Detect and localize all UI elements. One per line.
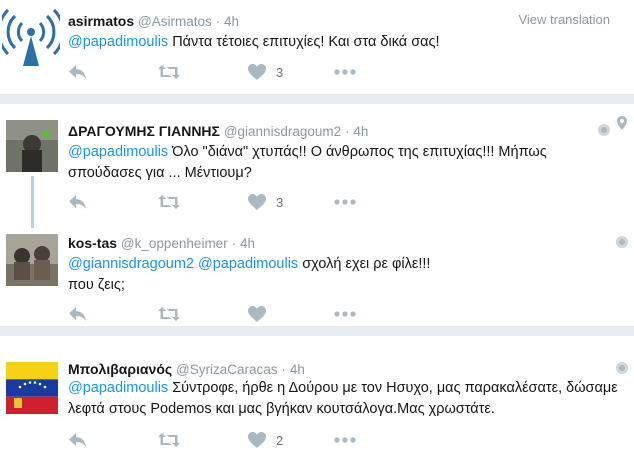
- venezuela-flag-avatar: [6, 362, 58, 414]
- handle[interactable]: @k_oppenheimer: [121, 236, 228, 251]
- more-button[interactable]: [334, 430, 356, 450]
- retweet-button[interactable]: [158, 192, 180, 212]
- avatar-photo: [6, 120, 58, 172]
- avatar[interactable]: [6, 234, 58, 286]
- like-count: 2: [276, 432, 284, 448]
- fullname[interactable]: kos-tas: [68, 235, 117, 251]
- conversation-thread: ΔΡΑΓΟΥΜΗΣ ΓΙΑΝΝΗΣ @giannisdragoum2 · 4h …: [0, 104, 634, 326]
- retweet-button[interactable]: [158, 430, 180, 450]
- retweet-icon: [158, 194, 180, 210]
- reply-button[interactable]: [68, 192, 88, 212]
- like-button[interactable]: 3: [248, 192, 283, 212]
- tweet-actions: 3: [68, 192, 368, 212]
- globe-icon: [616, 236, 628, 248]
- separator-dot: ·: [345, 124, 350, 139]
- globe-icon: [616, 362, 628, 374]
- more-icon: [334, 199, 356, 205]
- reply-icon: [68, 306, 88, 322]
- like-button[interactable]: 2: [248, 430, 283, 450]
- more-icon: [334, 69, 356, 75]
- tweet-syrizacaracas[interactable]: Μπολιβαριανός @SyrizaCaracas · 4h @papad…: [0, 336, 634, 459]
- tweet-header: Μπολιβαριανός @SyrizaCaracas · 4h: [68, 360, 305, 379]
- fullname[interactable]: asirmatos: [68, 13, 134, 29]
- location-pin-icon: [617, 116, 627, 130]
- heart-icon: [248, 306, 266, 322]
- avatar[interactable]: [6, 120, 58, 172]
- more-icon: [334, 311, 356, 317]
- tweet-actions: [68, 304, 368, 324]
- tweet-text: @papadimoulis Σύντροφε, ήρθε η Δούρου με…: [68, 378, 624, 420]
- mention-link[interactable]: @papadimoulis: [68, 144, 168, 160]
- like-count: 3: [276, 194, 284, 210]
- mention-link[interactable]: @giannisdragoum2: [68, 256, 194, 272]
- tweet-header: ΔΡΑΓΟΥΜΗΣ ΓΙΑΝΝΗΣ @giannisdragoum2 · 4h: [68, 122, 368, 141]
- retweet-icon: [158, 432, 180, 448]
- broadcast-antenna-icon: [2, 6, 60, 66]
- thread-connector: [31, 176, 34, 228]
- reply-icon: [68, 432, 88, 448]
- avatar[interactable]: [6, 362, 58, 414]
- timestamp[interactable]: 4h: [353, 124, 368, 139]
- timestamp[interactable]: 4h: [290, 362, 305, 377]
- globe-icon: [598, 124, 610, 136]
- tweet-actions: 3: [68, 62, 368, 82]
- fullname[interactable]: Μπολιβαριανός: [68, 361, 172, 377]
- retweet-icon: [158, 64, 180, 80]
- reply-button[interactable]: [68, 304, 88, 324]
- tweet-body: Πάντα τέτοιες επιτυχίες! Και στα δικά σα…: [168, 34, 440, 50]
- tweet-text: @papadimoulis Όλο "διάνα" χτυπάς!! Ο άνθ…: [68, 142, 624, 184]
- reply-icon: [68, 64, 88, 80]
- heart-icon: [248, 64, 266, 80]
- retweet-icon: [158, 306, 180, 322]
- mention-link[interactable]: @papadimoulis: [68, 34, 168, 50]
- timestamp[interactable]: 4h: [240, 236, 255, 251]
- separator-dot: ·: [281, 362, 286, 377]
- mention-link[interactable]: @papadimoulis: [198, 256, 298, 272]
- handle[interactable]: @giannisdragoum2: [224, 124, 341, 139]
- tweet-header: asirmatos @Asirmatos · 4h: [68, 12, 239, 31]
- like-count: 3: [276, 64, 284, 80]
- tweet-asirmatos[interactable]: asirmatos @Asirmatos · 4h View translati…: [0, 0, 634, 94]
- avatar-photo: [6, 234, 58, 286]
- retweet-button[interactable]: [158, 62, 180, 82]
- more-button[interactable]: [334, 304, 356, 324]
- tweet-actions: 2: [68, 430, 368, 450]
- tweet-body-line2: που ζεις;: [68, 277, 125, 293]
- more-button[interactable]: [334, 192, 356, 212]
- reply-button[interactable]: [68, 62, 88, 82]
- like-button[interactable]: [248, 304, 276, 324]
- reply-icon: [68, 194, 88, 210]
- fullname[interactable]: ΔΡΑΓΟΥΜΗΣ ΓΙΑΝΝΗΣ: [68, 123, 220, 139]
- handle[interactable]: @SyrizaCaracas: [176, 362, 277, 377]
- avatar-broadcast-antenna[interactable]: [2, 6, 60, 66]
- tweet-body: σχολή εχει ρε φίλε!!!: [298, 256, 431, 272]
- view-translation-link[interactable]: View translation: [518, 12, 610, 27]
- like-button[interactable]: 3: [248, 62, 283, 82]
- tweet-header: kos-tas @k_oppenheimer · 4h: [68, 234, 255, 253]
- tweet-text: @giannisdragoum2 @papadimoulis σχολή εχε…: [68, 254, 624, 296]
- more-icon: [334, 437, 356, 443]
- mention-link[interactable]: @papadimoulis: [68, 380, 168, 396]
- heart-icon: [248, 194, 266, 210]
- reply-button[interactable]: [68, 430, 88, 450]
- separator-dot: ·: [231, 236, 237, 251]
- timestamp[interactable]: 4h: [224, 14, 239, 29]
- handle[interactable]: @Asirmatos: [138, 14, 212, 29]
- separator-dot: ·: [215, 14, 221, 29]
- retweet-button[interactable]: [158, 304, 180, 324]
- heart-icon: [248, 432, 266, 448]
- more-button[interactable]: [334, 62, 356, 82]
- tweet-text: @papadimoulis Πάντα τέτοιες επιτυχίες! Κ…: [68, 32, 624, 53]
